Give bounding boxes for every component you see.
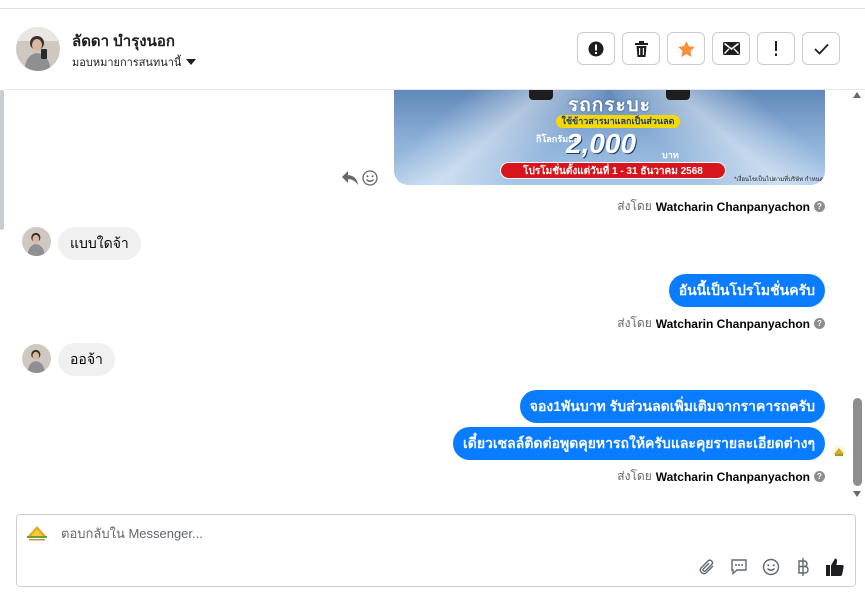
sent-by-line: ส่งโดย Watcharin Chanpanyachon ? [617,314,825,333]
mark-done-button[interactable] [802,32,840,65]
header-actions [577,32,840,65]
promo-fine-print: *เงื่อนไขเป็นไปตามที่บริษัท กำหนด [734,177,824,183]
contact-name: ลัดดา บำรุงนอก [72,33,175,50]
promo-date-pill: โปรโมชั่นตั้งแต่วันที่ 1 - 31 ธันวาคม 25… [500,162,726,179]
promo-amount: 2,000 [566,128,637,159]
agent-name: Watcharin Chanpanyachon [655,316,810,331]
reply-button[interactable] [342,171,358,185]
exclamation-icon [775,40,777,56]
contact-avatar[interactable] [16,27,60,71]
smiley-icon [362,170,378,186]
attach-button[interactable] [697,557,717,577]
sent-by-line: ส่งโดย Watcharin Chanpanyachon ? [617,467,825,486]
delete-button[interactable] [622,32,660,65]
mark-spam-button[interactable] [577,32,615,65]
promo-baht: บาท [662,150,679,160]
scrollbar-thumb[interactable] [853,398,862,486]
reply-composer [16,514,856,587]
payment-button[interactable] [793,557,813,577]
saved-replies-button[interactable] [729,557,749,577]
assign-label: มอบหมายการสนทนานี้ [72,57,182,69]
reply-input[interactable] [61,526,661,541]
help-icon[interactable]: ? [814,471,825,482]
alert-circle-icon [588,41,604,56]
baht-icon [798,558,809,576]
sent-by-prefix: ส่งโดย [617,469,652,483]
left-scroll-edge [0,90,4,230]
chat-bubble-icon [731,559,747,576]
conversation-header: ลัดดา บำรุงนอก มอบหมายการสนทนานี้ [6,9,865,90]
paperclip-icon [699,559,714,575]
outgoing-message[interactable]: เดี๋ยวเซลล์ติดต่อพูดคุยหารถให้ครับและคุย… [452,427,825,460]
agent-name: Watcharin Chanpanyachon [655,469,810,484]
sent-by-line: ส่งโดย Watcharin Chanpanyachon ? [617,197,825,216]
promo-image-attachment[interactable]: รถกระบะ ใช้ข้าวสารมาแลกเป็นส่วนลด กิโลกร… [394,90,825,185]
scroll-down-arrow[interactable] [853,491,861,497]
incoming-message[interactable]: ออจ้า [58,343,115,376]
sent-by-prefix: ส่งโดย [617,316,652,330]
incoming-message[interactable]: แบบใดจ้า [58,227,141,260]
message-tools [342,170,378,186]
star-icon [677,40,695,57]
follow-up-button[interactable] [757,32,795,65]
thumbs-up-icon [826,558,844,576]
star-button[interactable] [667,32,705,65]
like-button[interactable] [825,557,845,577]
scroll-up-arrow[interactable] [853,92,861,98]
mark-unread-button[interactable] [712,32,750,65]
react-button[interactable] [362,170,378,186]
agent-name: Watcharin Chanpanyachon [655,199,810,214]
help-icon[interactable]: ? [814,318,825,329]
envelope-icon [722,42,740,55]
outgoing-message[interactable]: จอง1พันบาท รับส่วนลดเพิ่มเติมจากราคารถคร… [519,390,825,423]
reply-icon [342,171,358,185]
trash-icon [634,40,648,57]
promo-yellow-pill: ใช้ข้าวสารมาแลกเป็นส่วนลด [556,115,680,128]
contact-avatar-small [22,344,51,373]
composer-tools [697,557,845,577]
assign-conversation-dropdown[interactable]: มอบหมายการสนทนานี้ [72,53,197,71]
smiley-icon [762,558,780,576]
help-icon[interactable]: ? [814,201,825,212]
seen-indicator-avatar [832,445,846,459]
page-logo [25,523,49,543]
emoji-button[interactable] [761,557,781,577]
outgoing-message[interactable]: อันนี้เป็นโปรโมชั่นครับ [668,274,825,307]
message-thread: รถกระบะ ใช้ข้าวสารมาแลกเป็นส่วนลด กิโลกร… [6,90,846,504]
contact-avatar-small [22,227,51,256]
sent-by-prefix: ส่งโดย [617,199,652,213]
caret-down-icon [186,59,197,65]
checkmark-icon [813,43,829,55]
